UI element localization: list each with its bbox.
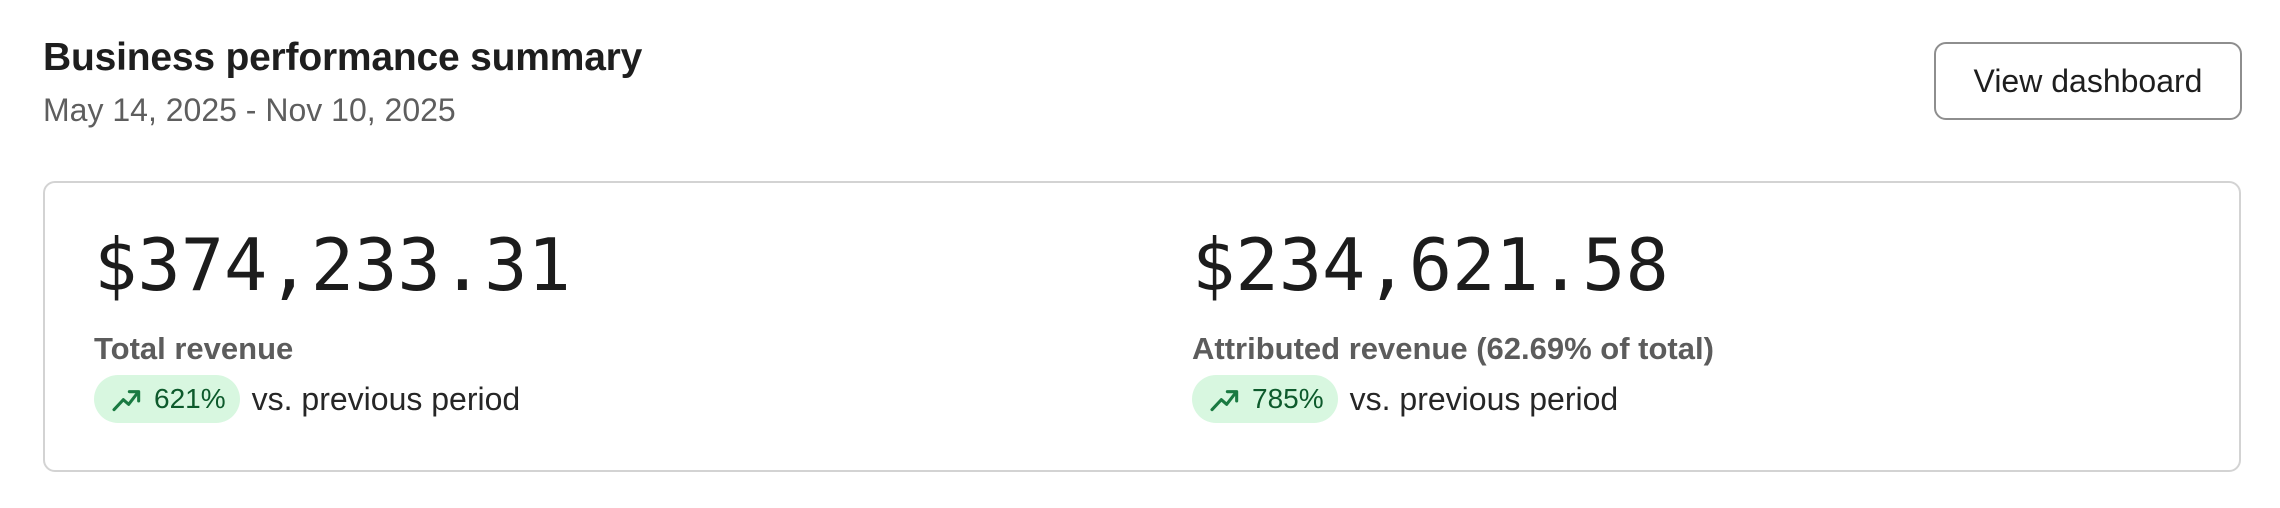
trending-up-icon [1210,390,1239,412]
trending-up-icon [112,390,141,412]
total-revenue-label: Total revenue [94,331,294,366]
trend-comparison-text: vs. previous period [1349,380,1619,417]
trend-percentage: 785% [1252,383,1324,414]
trend-badge: 785% [1192,375,1338,423]
view-dashboard-button[interactable]: View dashboard [1934,42,2242,120]
total-revenue-trend: 621% vs. previous period [94,375,520,423]
attributed-revenue-value: $234,621.58 [1192,223,1669,307]
attributed-revenue-label: Attributed revenue (62.69% of total) [1192,331,1714,366]
revenue-metrics-card: $374,233.31 Total revenue 621% vs. previ… [43,181,2241,472]
attributed-revenue-trend: 785% vs. previous period [1192,375,1618,423]
date-range-label: May 14, 2025 - Nov 10, 2025 [43,92,456,128]
trend-percentage: 621% [154,383,226,414]
total-revenue-value: $374,233.31 [94,223,571,307]
page-title: Business performance summary [43,36,643,79]
trend-badge: 621% [94,375,240,423]
trend-comparison-text: vs. previous period [251,380,521,417]
summary-header: Business performance summary May 14, 202… [43,36,2242,146]
